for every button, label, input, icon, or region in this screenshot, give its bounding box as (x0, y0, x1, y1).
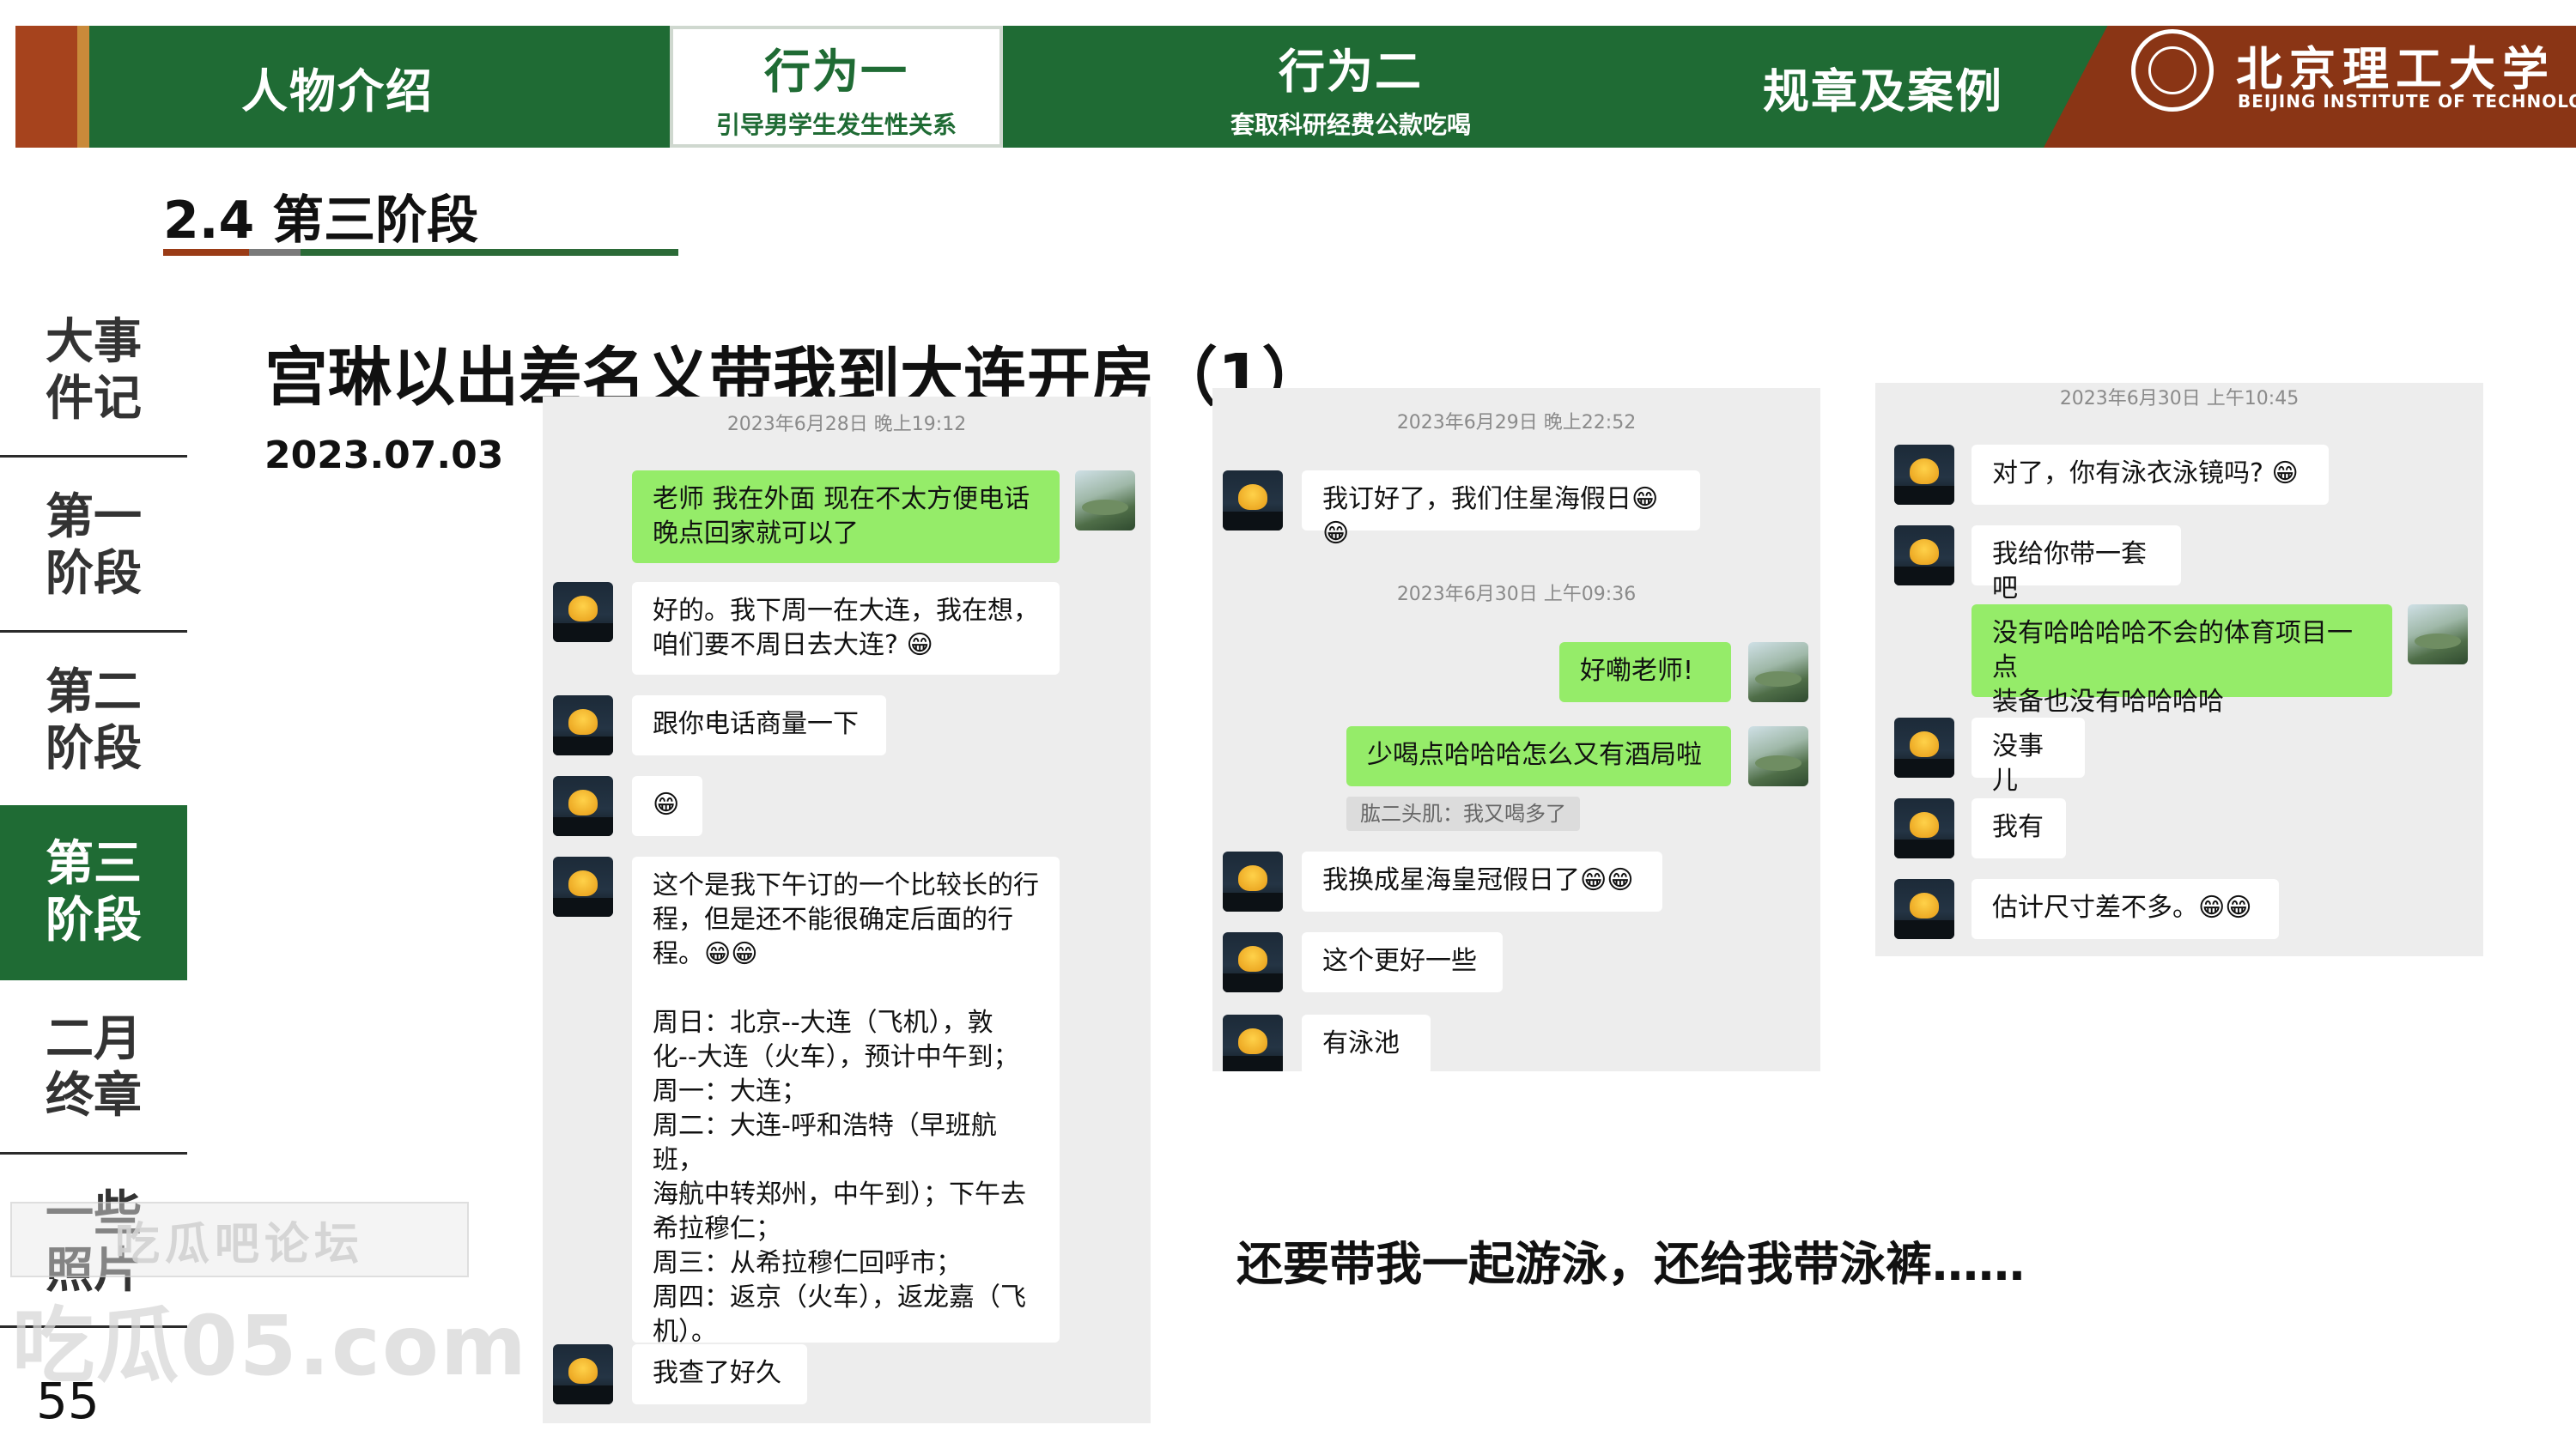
tab-label: 行为二 (1279, 44, 1423, 99)
nav-accent-brown (15, 26, 77, 148)
tab-behavior-two[interactable]: 行为二 套取科研经费公款吃喝 (1157, 26, 1544, 148)
chat-bubble-sent: 少喝点哈哈哈怎么又有酒局啦 (1346, 726, 1731, 786)
avatar-sender (2408, 604, 2468, 664)
tab-sublabel: 套取科研经费公款吃喝 (1230, 110, 1471, 139)
slide-caption: 还要带我一起游泳，还给我带泳裤…… (1236, 1237, 2025, 1291)
chat-quote: 肱二头肌：我又喝多了 (1346, 797, 1580, 831)
avatar-receiver (1894, 445, 1954, 505)
chat-bubble-received: 我有 (1971, 798, 2066, 858)
watermark-banner: 吃瓜吧论坛 (10, 1202, 469, 1277)
sidebar-item-events[interactable]: 大事件记 (0, 283, 187, 458)
chat-bubble-received: 估计尺寸差不多。😁😁 (1971, 879, 2279, 939)
sidebar-divider (0, 1152, 187, 1155)
chat-screenshot-2: 2023年6月29日 晚上22:52 我订好了，我们住星海假日😁😁 2023年6… (1212, 388, 1820, 1071)
slide-date: 2023.07.03 (264, 433, 504, 477)
chat-bubble-received: 没事儿 (1971, 718, 2085, 796)
avatar-sender (1075, 470, 1135, 530)
chat-screenshot-3: 2023年6月30日 上午10:45 对了，你有泳衣泳镜吗? 😁 我给你带一套吧… (1875, 383, 2483, 956)
chat-timestamp: 2023年6月30日 上午09:36 (1396, 584, 1637, 605)
avatar-receiver (553, 582, 613, 642)
avatar-receiver (1894, 525, 1954, 585)
watermark-url: 吃瓜05.com (12, 1298, 528, 1394)
avatar-receiver (1894, 718, 1954, 778)
avatar-receiver (553, 695, 613, 755)
sidebar-item-label: 二月终章 (46, 1011, 142, 1124)
avatar-receiver (1223, 470, 1283, 530)
chat-bubble-sent: 好嘞老师! (1559, 642, 1731, 702)
chat-bubble-received: 😁 (632, 776, 702, 836)
chat-bubble-received: 这个是我下午订的一个比较长的行 程，但是还不能很确定后面的行 程。😁😁 周日：北… (632, 857, 1060, 1347)
sidebar-item-stage-one[interactable]: 第一阶段 (0, 458, 187, 634)
avatar-receiver (1894, 798, 1954, 858)
nav-accent-gold (77, 26, 89, 148)
tab-sublabel: 引导男学生发生性关系 (715, 110, 957, 139)
university-seal-icon (2131, 29, 2214, 112)
tab-person-intro[interactable]: 人物介绍 (144, 26, 531, 148)
chat-bubble-received: 跟你电话商量一下 (632, 695, 886, 755)
chat-timestamp: 2023年6月30日 上午10:45 (2059, 388, 2300, 409)
sidebar-item-label: 第一阶段 (46, 489, 142, 602)
sidebar-divider (0, 455, 187, 458)
section-title: 2.4 第三阶段 (163, 191, 479, 251)
chat-bubble-received: 我订好了，我们住星海假日😁😁 (1302, 470, 1700, 549)
tab-rules-cases[interactable]: 规章及案例 (1690, 26, 2076, 148)
chat-timestamp: 2023年6月29日 晚上22:52 (1396, 412, 1637, 433)
chat-bubble-sent: 没有哈哈哈哈不会的体育项目一点 装备也没有哈哈哈哈 (1971, 604, 2392, 717)
sidebar-item-label: 大事件记 (46, 314, 142, 427)
chat-bubble-received: 这个更好一些 (1302, 932, 1503, 992)
sidebar-item-stage-two[interactable]: 第二阶段 (0, 634, 187, 809)
university-name-en: BEIJING INSTITUTE OF TECHNOLOGY (2238, 91, 2576, 112)
avatar-receiver (1894, 879, 1954, 939)
avatar-sender (1748, 726, 1808, 786)
chat-bubble-received: 好的。我下周一在大连，我在想， 咱们要不周日去大连? 😁 (632, 582, 1060, 675)
section-underline (163, 249, 678, 256)
avatar-receiver (553, 857, 613, 917)
avatar-receiver (553, 1344, 613, 1404)
chat-bubble-sent: 老师 我在外面 现在不太方便电话 晚点回家就可以了 (632, 470, 1060, 563)
tab-behavior-one[interactable]: 行为一 引导男学生发生性关系 (670, 26, 1003, 148)
tab-label: 行为一 (764, 44, 908, 99)
avatar-receiver (1223, 932, 1283, 992)
avatar-receiver (1223, 1015, 1283, 1071)
avatar-sender (1748, 642, 1808, 702)
chat-bubble-received: 有泳池 (1302, 1015, 1431, 1071)
tab-label: 人物介绍 (241, 64, 434, 118)
sidebar-item-label: 第二阶段 (46, 664, 142, 777)
chat-bubble-received: 我查了好久 (632, 1344, 807, 1404)
chat-screenshot-1: 2023年6月28日 晚上19:12 老师 我在外面 现在不太方便电话 晚点回家… (543, 397, 1151, 1423)
chat-timestamp: 2023年6月28日 晚上19:12 (726, 414, 967, 435)
avatar-receiver (553, 776, 613, 836)
sidebar-item-february-finale[interactable]: 二月终章 (0, 980, 187, 1155)
chat-bubble-received: 我换成星海皇冠假日了😁😁 (1302, 852, 1662, 912)
university-name-cn: 北京理工大学 (2236, 41, 2555, 96)
sidebar-item-stage-three[interactable]: 第三阶段 (0, 805, 187, 980)
chat-bubble-received: 对了，你有泳衣泳镜吗? 😁 (1971, 445, 2329, 505)
chat-bubble-received: 我给你带一套吧 (1971, 525, 2181, 603)
tab-label: 规章及案例 (1763, 64, 2003, 118)
sidebar-item-label: 第三阶段 (46, 836, 142, 949)
avatar-receiver (1223, 852, 1283, 912)
sidebar-divider (0, 630, 187, 633)
